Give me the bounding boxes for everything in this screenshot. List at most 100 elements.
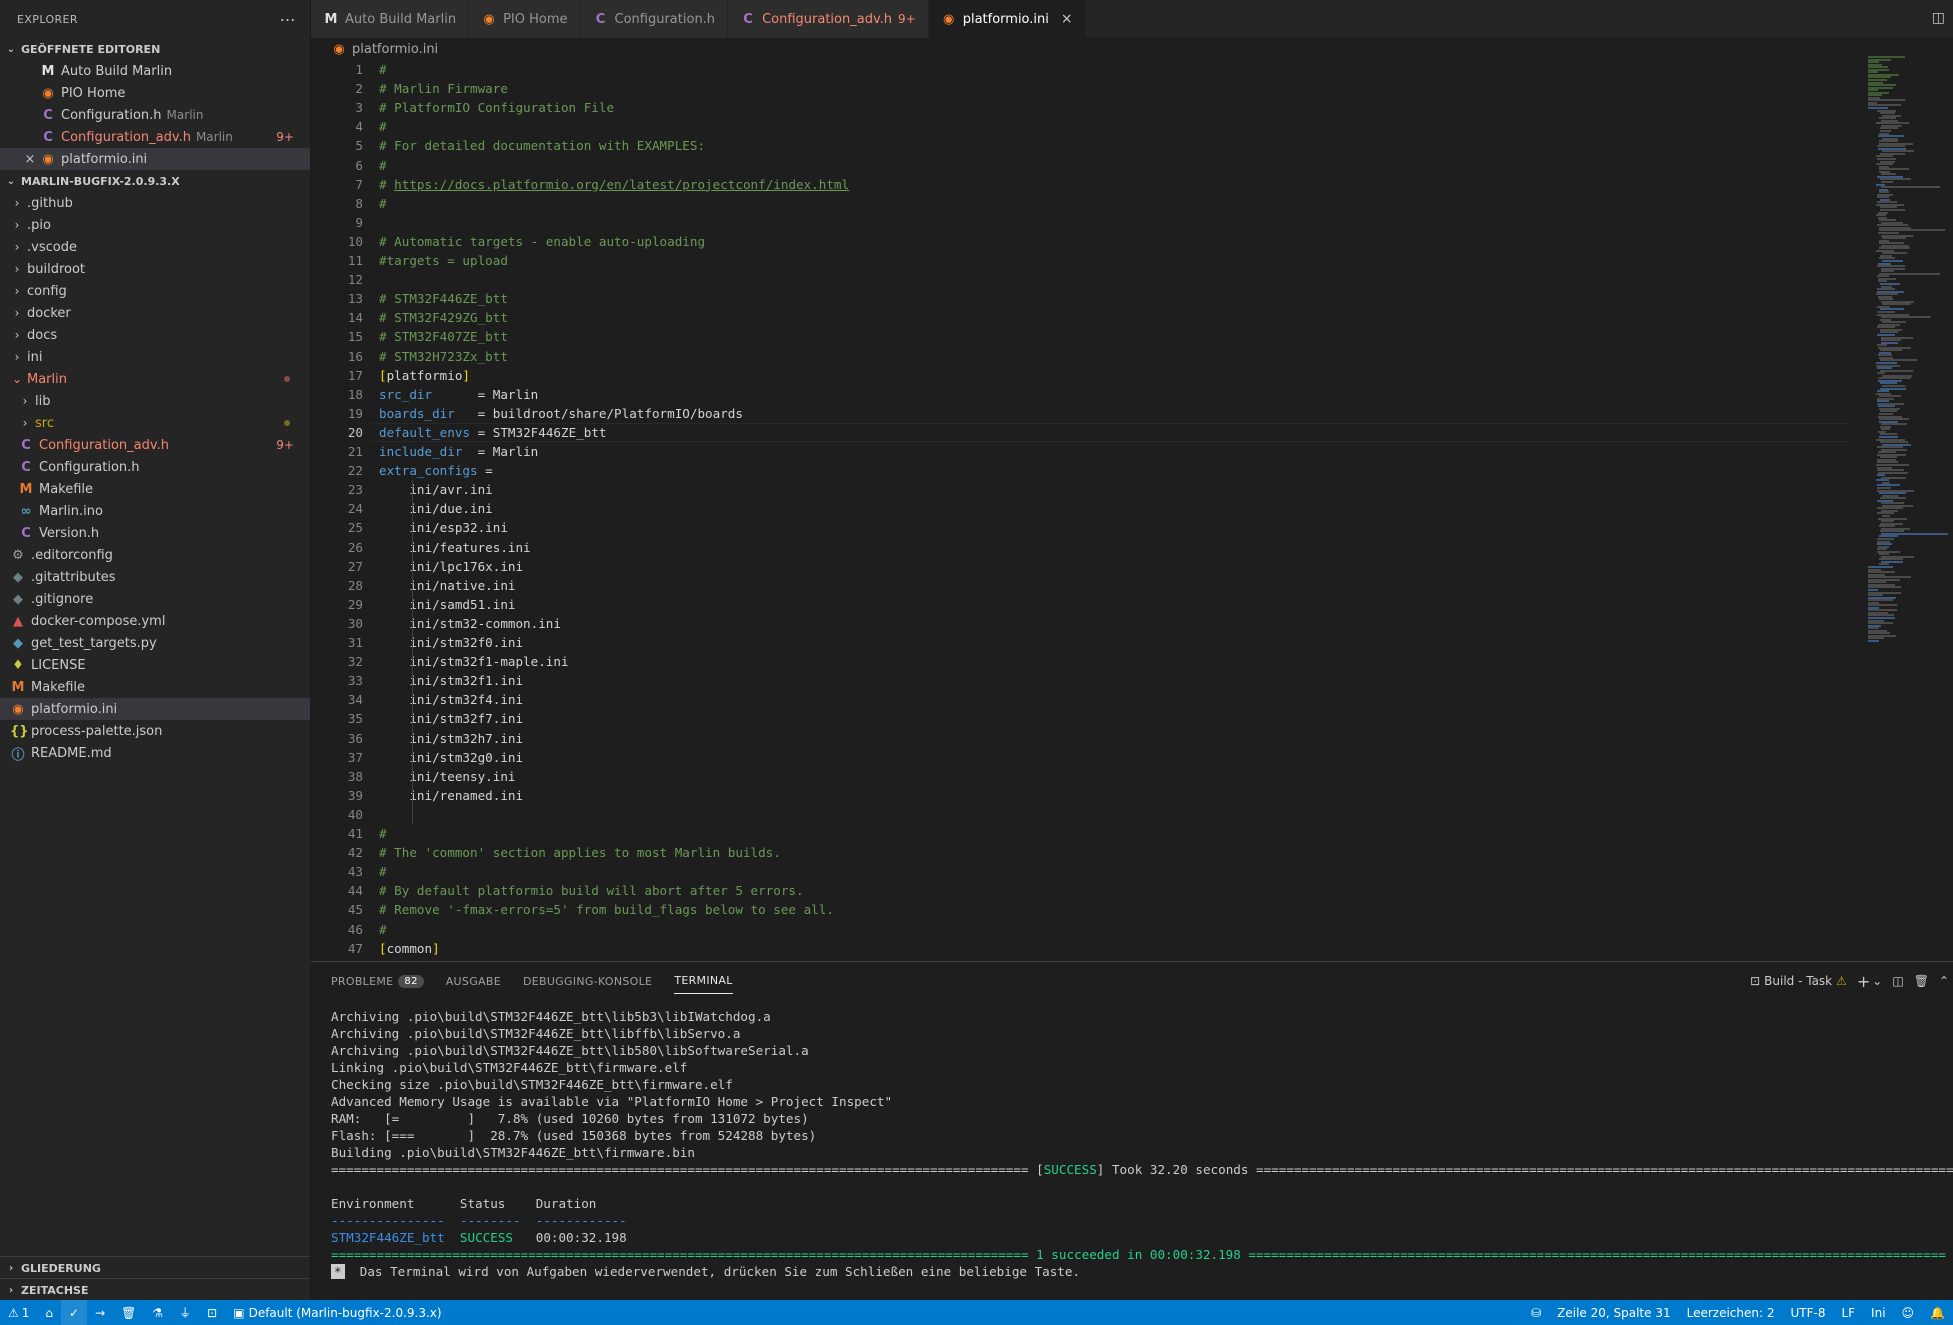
indentation[interactable]: Leerzeichen: 2 <box>1679 1300 1783 1325</box>
folder-item[interactable]: › src <box>0 412 310 434</box>
folder-item[interactable]: › .github <box>0 192 310 214</box>
file-type-icon: C <box>21 525 31 541</box>
breadcrumb-file[interactable]: platformio.ini <box>352 42 438 57</box>
file-item[interactable]: C Configuration.h <box>0 456 310 478</box>
terminal-token: * <box>331 1264 345 1279</box>
tab-item[interactable]: ◉ PIO Home <box>469 0 581 38</box>
file-item[interactable]: {} process-palette.json <box>0 720 310 742</box>
panel-tab[interactable]: DEBUGGING-KONSOLE <box>523 962 652 1000</box>
file-item[interactable]: C Configuration_adv.h 9+ <box>0 434 310 456</box>
build-check-icon[interactable]: ✓ <box>61 1300 88 1325</box>
more-icon[interactable]: ⋯ <box>280 10 296 29</box>
line-number: 46 <box>347 921 363 937</box>
folder-item[interactable]: › docker <box>0 302 310 324</box>
folder-item[interactable]: › config <box>0 280 310 302</box>
folder-item[interactable]: ⌄ Marlin <box>0 368 310 390</box>
folder-item[interactable]: › buildroot <box>0 258 310 280</box>
panel-tab[interactable]: PROBLEME 82 <box>331 962 424 1000</box>
open-editors-header[interactable]: ⌄ GEÖFFNETE EDITOREN <box>0 38 310 60</box>
file-item[interactable]: ∞ Marlin.ino <box>0 500 310 522</box>
file-item[interactable]: ▲ docker-compose.yml <box>0 610 310 632</box>
tab-item[interactable]: C Configuration_adv.h 9+ <box>728 0 929 38</box>
chevron-down-icon[interactable]: ⌄ <box>1872 974 1882 988</box>
code-line: # STM32H723Zx_btt <box>379 347 508 366</box>
tab-item[interactable]: ◉ platformio.ini × <box>928 0 1086 38</box>
bell-icon[interactable]: 🔔 <box>1922 1300 1953 1325</box>
code-token: # <box>379 864 387 880</box>
outline-section[interactable]: › GLIEDERUNG <box>0 1256 310 1278</box>
close-icon[interactable]: × <box>22 152 38 167</box>
file-item[interactable]: ⚙ .editorconfig <box>0 544 310 566</box>
file-item[interactable]: ◉ platformio.ini <box>0 698 310 720</box>
code-token: # <box>379 195 387 211</box>
chevron-up-icon[interactable]: ⌃ <box>1939 974 1949 988</box>
code-line: ini/avr.ini <box>379 480 492 499</box>
timeline-section[interactable]: › ZEITACHSE <box>0 1278 310 1300</box>
close-icon[interactable]: × <box>1061 11 1073 27</box>
code-token: = Marlin <box>432 386 539 402</box>
task-label[interactable]: Build - Task <box>1764 974 1832 988</box>
file-item[interactable]: ◆ .gitattributes <box>0 566 310 588</box>
open-editor-item[interactable]: C Configuration.h Marlin <box>0 104 310 126</box>
code-line: ini/stm32f4.ini <box>379 690 523 709</box>
file-item[interactable]: ⓘ README.md <box>0 742 310 764</box>
language-mode[interactable]: Ini <box>1863 1300 1893 1325</box>
home-icon[interactable]: ⌂ <box>37 1300 61 1325</box>
encoding[interactable]: UTF-8 <box>1782 1300 1833 1325</box>
open-editor-item[interactable]: C Configuration_adv.h Marlin 9+ <box>0 126 310 148</box>
tree-item-label: Makefile <box>31 679 86 695</box>
folder-item[interactable]: › docs <box>0 324 310 346</box>
terminal-token: SUCCESS <box>1043 1162 1097 1177</box>
upload-arrow-icon[interactable]: → <box>87 1300 113 1325</box>
folder-item[interactable]: › .vscode <box>0 236 310 258</box>
code-line: # The 'common' section applies to most M… <box>379 843 781 862</box>
plug-icon[interactable]: ⏚ <box>171 1300 199 1325</box>
terminal-icon[interactable]: ⊡ <box>199 1300 225 1325</box>
panel-tab[interactable]: AUSGABE <box>446 962 501 1000</box>
line-ending[interactable]: LF <box>1833 1300 1863 1325</box>
folder-item[interactable]: › ini <box>0 346 310 368</box>
chevron-right-icon: › <box>14 262 20 276</box>
line-number: 26 <box>347 539 363 555</box>
folder-item[interactable]: › lib <box>0 390 310 412</box>
file-item[interactable]: ◆ get_test_targets.py <box>0 632 310 654</box>
platformio-icon: ◉ <box>42 151 54 167</box>
file-item[interactable]: M Makefile <box>0 676 310 698</box>
code-line: # Automatic targets - enable auto-upload… <box>379 232 705 251</box>
split-terminal-icon[interactable]: ◫ <box>1892 974 1903 988</box>
file-item[interactable]: ◆ .gitignore <box>0 588 310 610</box>
folder-item[interactable]: › .pio <box>0 214 310 236</box>
open-editor-item[interactable]: ◉ PIO Home <box>0 82 310 104</box>
panel-tab[interactable]: TERMINAL <box>674 968 733 994</box>
tab-item[interactable]: C Configuration.h <box>580 0 729 38</box>
code-token: # <box>379 921 387 937</box>
open-editor-item[interactable]: × ◉ platformio.ini <box>0 148 310 170</box>
add-terminal-icon[interactable]: + <box>1857 972 1870 991</box>
database-icon[interactable]: ⛁ <box>1523 1300 1549 1325</box>
file-item[interactable]: C Version.h <box>0 522 310 544</box>
open-editor-item[interactable]: M Auto Build Marlin <box>0 60 310 82</box>
tab-item[interactable]: M Auto Build Marlin <box>311 0 470 38</box>
file-type-icon: C <box>743 11 753 27</box>
file-item[interactable]: ♦ LICENSE <box>0 654 310 676</box>
problems-status[interactable]: ⚠ 1 <box>0 1300 37 1325</box>
file-item[interactable]: M Makefile <box>0 478 310 500</box>
account-icon[interactable]: ☺ <box>1894 1300 1923 1325</box>
environment-selector[interactable]: ▣ Default (Marlin-bugfix-2.0.9.3.x) <box>225 1300 449 1325</box>
minimap[interactable] <box>1866 56 1949 646</box>
c-file-icon: C <box>43 107 53 123</box>
panel-tab-label: DEBUGGING-KONSOLE <box>522 974 653 988</box>
line-number: 1 <box>355 62 363 77</box>
terminal-output[interactable]: Archiving .pio\build\STM32F446ZE_btt\lib… <box>331 1008 1953 1280</box>
test-flask-icon[interactable]: ⚗ <box>144 1300 171 1325</box>
split-editor-icon[interactable]: ◫ <box>1932 10 1945 26</box>
code-token: # STM32F407ZE_btt <box>379 329 508 345</box>
code-line: ini/esp32.ini <box>379 518 508 537</box>
trash-icon[interactable]: 🗑 <box>1914 974 1929 988</box>
project-header[interactable]: ⌄ MARLIN-BUGFIX-2.0.9.3.X <box>0 170 310 192</box>
cursor-position[interactable]: Zeile 20, Spalte 31 <box>1549 1300 1678 1325</box>
code-editor[interactable]: 1 #2 # Marlin Firmware 3 # PlatformIO Config… <box>311 60 1866 960</box>
clean-trash-icon[interactable]: 🗑 <box>113 1300 144 1325</box>
terminal-line: Building .pio\build\STM32F446ZE_btt\firm… <box>331 1144 1953 1161</box>
